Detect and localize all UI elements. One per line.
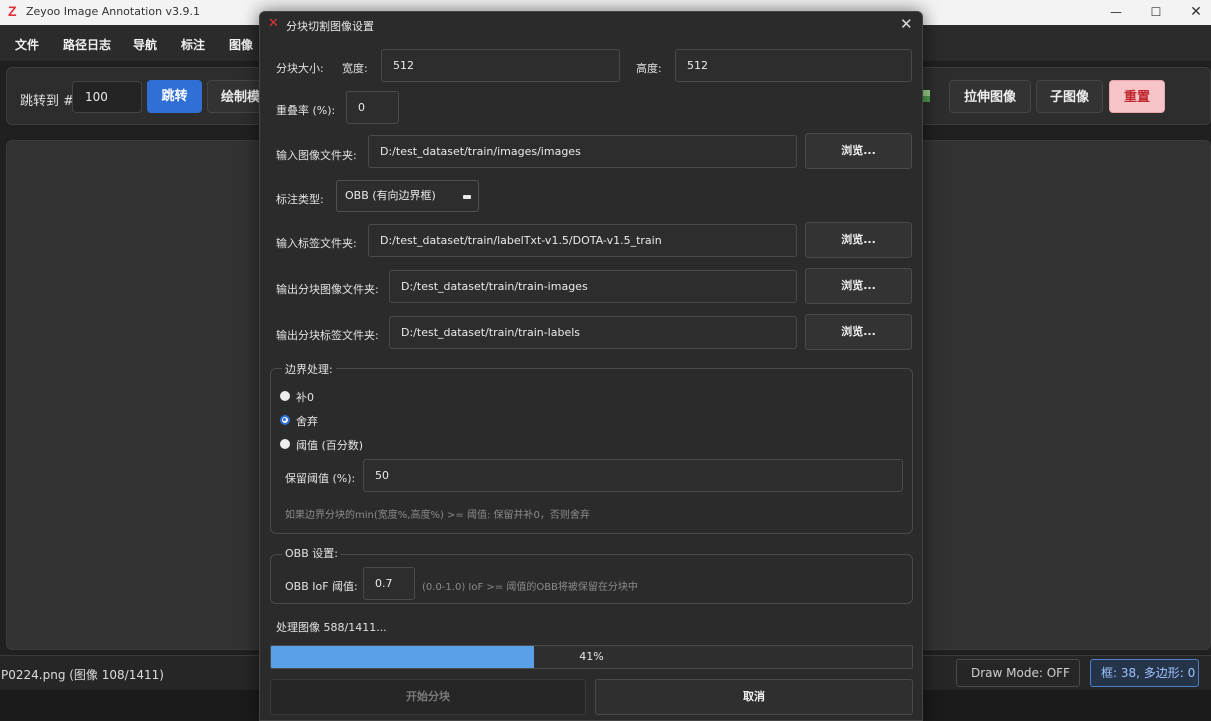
keep-threshold-label: 保留阈值 (%): <box>285 472 356 485</box>
menu-annotate[interactable]: 标注 <box>181 36 205 53</box>
border-hint: 如果边界分块的min(宽度%,高度%) >= 阈值: 保留并补0，否则舍弃 <box>285 510 590 521</box>
browse-input-labels-button[interactable]: 浏览... <box>805 222 912 258</box>
dialog-titlebar: ✕ 分块切割图像设置 ✕ <box>260 12 922 38</box>
jump-button[interactable]: 跳转 <box>147 80 202 113</box>
output-labels-field[interactable]: D:/test_dataset/train/train-labels <box>389 316 797 349</box>
status-file-info: P0224.png (图像 108/1411) <box>1 668 164 682</box>
status-draw-mode: Draw Mode: OFF <box>956 659 1080 687</box>
radio-discard-label[interactable]: 舍弃 <box>296 413 318 429</box>
input-labels-label: 输入标签文件夹: <box>276 237 357 250</box>
output-images-label: 输出分块图像文件夹: <box>276 283 379 296</box>
image-icon[interactable] <box>922 90 930 102</box>
annotation-type-select[interactable]: OBB (有向边界框) <box>336 180 479 212</box>
overlap-input[interactable]: 0 <box>346 91 399 124</box>
start-tiling-button[interactable]: 开始分块 <box>270 679 586 715</box>
radio-pad-zero[interactable] <box>280 391 290 401</box>
cancel-button[interactable]: 取消 <box>595 679 913 715</box>
dialog-app-icon: ✕ <box>268 16 279 31</box>
dropdown-arrow-icon <box>463 195 471 199</box>
stretch-image-button[interactable]: 拉伸图像 <box>949 80 1031 113</box>
jump-to-label: 跳转到 # <box>20 94 75 109</box>
progress-bar: 41% <box>270 645 913 669</box>
overlap-label: 重叠率 (%): <box>276 104 336 117</box>
minimize-button[interactable]: — <box>1096 2 1136 22</box>
border-handling-title: 边界处理: <box>282 361 336 377</box>
menu-navigate[interactable]: 导航 <box>133 36 157 53</box>
obb-iof-input[interactable]: 0.7 <box>363 567 415 600</box>
obb-settings-title: OBB 设置: <box>282 545 341 561</box>
jump-to-input[interactable]: 100 <box>72 81 142 113</box>
close-window-button[interactable]: ✕ <box>1176 2 1211 22</box>
reset-button[interactable]: 重置 <box>1109 80 1165 113</box>
height-label: 高度: <box>636 62 662 75</box>
radio-threshold[interactable] <box>280 439 290 449</box>
output-labels-label: 输出分块标签文件夹: <box>276 329 379 342</box>
menu-file[interactable]: 文件 <box>15 36 39 53</box>
radio-pad-zero-label[interactable]: 补0 <box>296 389 314 405</box>
annotation-type-value: OBB (有向边界框) <box>345 189 436 202</box>
width-label: 宽度: <box>342 62 368 75</box>
input-images-field[interactable]: D:/test_dataset/train/images/images <box>368 135 797 168</box>
annotation-type-label: 标注类型: <box>276 193 324 206</box>
dialog-title: 分块切割图像设置 <box>286 20 374 33</box>
obb-iof-label: OBB IoF 阈值: <box>285 580 358 593</box>
app-title: Zeyoo Image Annotation v3.9.1 <box>26 5 201 18</box>
tile-split-dialog: ✕ 分块切割图像设置 ✕ 分块大小: 宽度: 512 高度: 512 重叠率 (… <box>259 11 923 721</box>
input-labels-field[interactable]: D:/test_dataset/train/labelTxt-v1.5/DOTA… <box>368 224 797 257</box>
maximize-button[interactable]: ☐ <box>1136 2 1176 22</box>
sub-image-button[interactable]: 子图像 <box>1036 80 1103 113</box>
input-images-label: 输入图像文件夹: <box>276 149 357 162</box>
radio-discard[interactable] <box>280 415 290 425</box>
radio-threshold-label[interactable]: 阈值 (百分数) <box>296 437 363 453</box>
output-images-field[interactable]: D:/test_dataset/train/train-images <box>389 270 797 303</box>
browse-output-labels-button[interactable]: 浏览... <box>805 314 912 350</box>
browse-input-images-button[interactable]: 浏览... <box>805 133 912 169</box>
tile-size-label: 分块大小: <box>276 62 324 75</box>
draw-mode-button[interactable]: 绘制模 <box>207 80 267 113</box>
menu-path-log[interactable]: 路径日志 <box>63 36 111 53</box>
browse-output-images-button[interactable]: 浏览... <box>805 268 912 304</box>
menu-image[interactable]: 图像 <box>229 36 253 53</box>
progress-status: 处理图像 588/1411... <box>276 621 387 634</box>
dialog-close-button[interactable]: ✕ <box>900 15 913 33</box>
keep-threshold-input[interactable]: 50 <box>363 459 903 492</box>
status-shape-count: 框: 38, 多边形: 0 <box>1090 659 1199 687</box>
obb-hint: (0.0-1.0) IoF >= 阈值的OBB将被保留在分块中 <box>422 582 638 593</box>
width-input[interactable]: 512 <box>381 49 620 82</box>
progress-percent: 41% <box>579 650 604 663</box>
height-input[interactable]: 512 <box>675 49 912 82</box>
app-logo-icon: Z <box>8 3 17 19</box>
